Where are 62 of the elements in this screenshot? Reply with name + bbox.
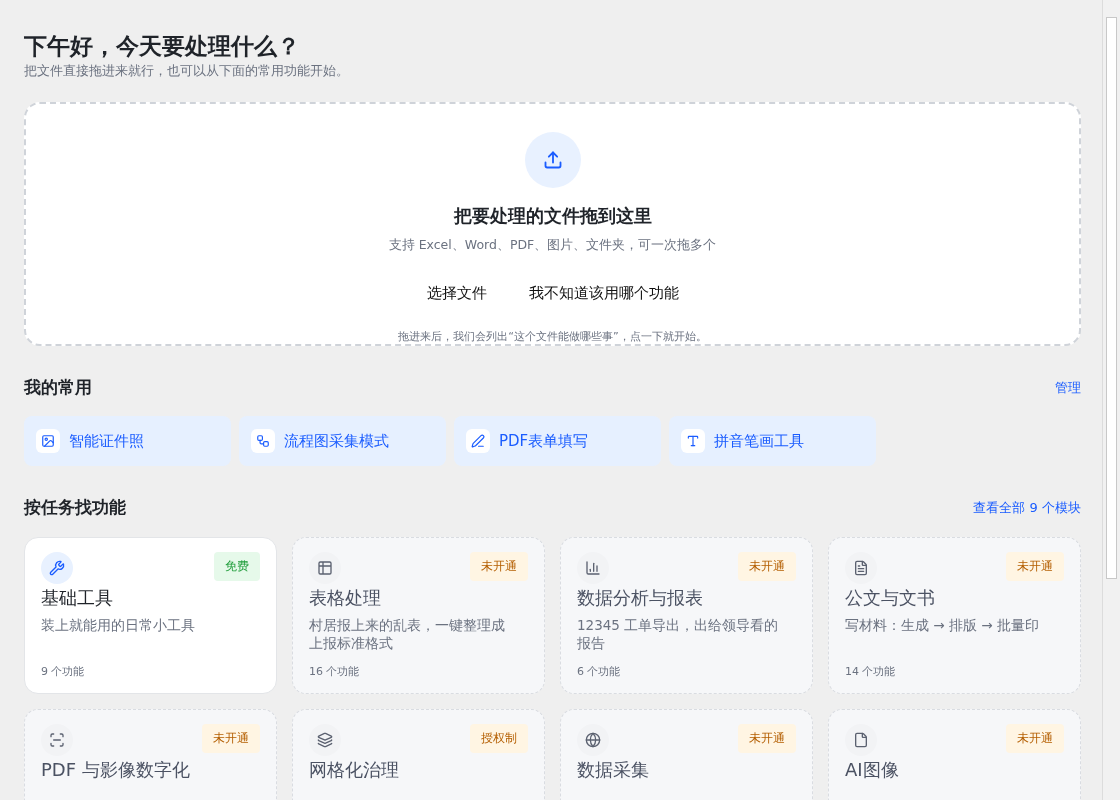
status-badge: 授权制 [470, 724, 528, 753]
module-card[interactable]: 未开通 数据分析与报表 12345 工单导出，出给领导看的报告 6 个功能 [560, 537, 813, 694]
scrollbar-thumb[interactable] [1106, 17, 1117, 579]
manage-link[interactable]: 管理 [1055, 378, 1081, 397]
module-card[interactable]: 授权制 网格化治理 [292, 709, 545, 800]
status-badge: 未开通 [738, 552, 796, 581]
bar-chart-icon [577, 552, 609, 584]
view-all-link[interactable]: 查看全部 9 个模块 [973, 498, 1081, 517]
favorite-button[interactable]: 智能证件照 [24, 416, 231, 466]
status-badge: 未开通 [1006, 724, 1064, 753]
favorite-button[interactable]: PDF表单填写 [454, 416, 661, 466]
module-card[interactable]: 未开通 AI图像 [828, 709, 1081, 800]
module-title: 数据采集 [577, 758, 650, 782]
scrollbar[interactable] [1102, 0, 1120, 800]
module-card[interactable]: 未开通 数据采集 [560, 709, 813, 800]
drop-hint: 支持 Excel、Word、PDF、图片、文件夹，可一次拖多个 [388, 237, 717, 254]
drop-action-button[interactable]: 我不知道该用哪个功能 [528, 284, 679, 303]
module-title: 网格化治理 [309, 758, 400, 782]
status-badge: 未开通 [1006, 552, 1064, 581]
favorite-button[interactable]: 拼音笔画工具 [669, 416, 876, 466]
module-card[interactable]: 未开通 公文与文书 写材料：生成 → 排版 → 批量印 14 个功能 [828, 537, 1081, 694]
module-card[interactable]: 未开通 表格处理 村居报上来的乱表，一键整理成上报标准格式 16 个功能 [292, 537, 545, 694]
file-icon [845, 724, 877, 756]
status-badge: 未开通 [738, 724, 796, 753]
flow-icon [251, 429, 275, 453]
feature-count: 9 个功能 [41, 664, 86, 679]
module-description: 写材料：生成 → 排版 → 批量印 [845, 616, 1040, 635]
feature-count: 6 个功能 [577, 664, 622, 679]
section-title: 按任务找功能 [24, 496, 126, 519]
table-icon [309, 552, 341, 584]
drop-zone[interactable]: 把要处理的文件拖到这里 支持 Excel、Word、PDF、图片、文件夹，可一次拖多个 选择文件 我不知道该用哪个功能 拖进来后，我们会列出“这个文件能做哪些事”，点一下就开始。 [24, 102, 1081, 346]
status-badge: 免费 [214, 552, 260, 581]
module-card[interactable]: 未开通 PDF 与影像数字化 [24, 709, 277, 800]
module-description: 12345 工单导出，出给领导看的报告 [577, 616, 780, 652]
scan-icon [41, 724, 73, 756]
text-icon [681, 429, 705, 453]
layers-icon [309, 724, 341, 756]
module-description: 村居报上来的乱表，一键整理成上报标准格式 [309, 616, 506, 652]
module-title: 数据分析与报表 [577, 586, 704, 610]
status-badge: 未开通 [202, 724, 260, 753]
image-icon [36, 429, 60, 453]
module-title: PDF 与影像数字化 [41, 758, 191, 782]
subtitle: 把文件直接拖进来就行，也可以从下面的常用功能开始。 [24, 63, 350, 80]
feature-count: 16 个功能 [309, 664, 361, 679]
feature-count: 14 个功能 [845, 664, 897, 679]
status-badge: 未开通 [470, 552, 528, 581]
greeting-title: 下午好，今天要处理什么？ [24, 32, 301, 61]
document-icon [845, 552, 877, 584]
module-title: 公文与文书 [845, 586, 936, 610]
globe-icon [577, 724, 609, 756]
favorite-button[interactable]: 流程图采集模式 [239, 416, 446, 466]
wrench-icon [41, 552, 73, 584]
drop-title: 把要处理的文件拖到这里 [453, 205, 652, 228]
section-title: 我的常用 [24, 376, 92, 399]
module-card[interactable]: 免费 基础工具 装上就能用的日常小工具 9 个功能 [24, 537, 277, 694]
module-title: AI图像 [845, 758, 900, 782]
drop-action-button[interactable]: 选择文件 [426, 284, 487, 303]
module-description: 装上就能用的日常小工具 [41, 616, 196, 635]
pen-icon [466, 429, 490, 453]
drop-note: 拖进来后，我们会列出“这个文件能做哪些事”，点一下就开始。 [398, 329, 707, 344]
module-title: 表格处理 [309, 586, 382, 610]
module-title: 基础工具 [41, 586, 114, 610]
